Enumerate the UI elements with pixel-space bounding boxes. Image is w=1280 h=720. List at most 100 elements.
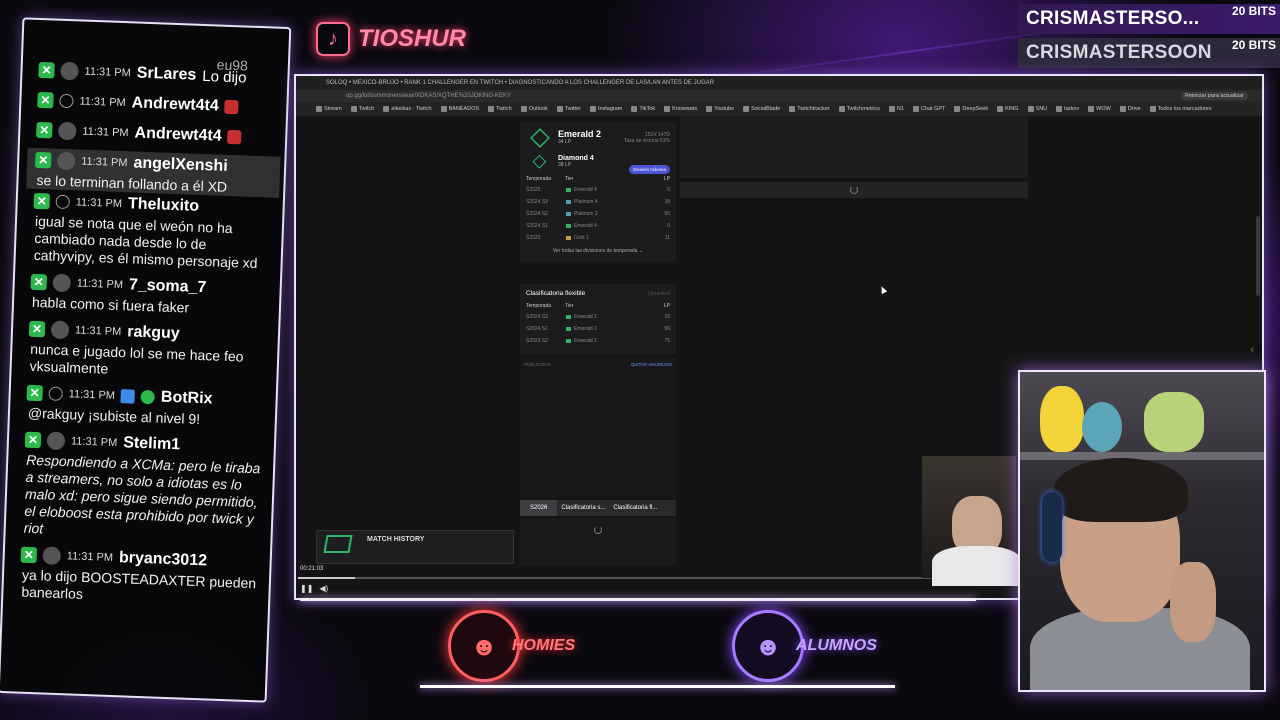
bookmark-item[interactable]: Twitch bbox=[350, 106, 375, 112]
bookmark-item[interactable]: Youtube bbox=[706, 106, 734, 112]
tier-icon bbox=[566, 188, 571, 192]
chat-panel: eu98 ✕ 11:31 PM SrLares Lo dijo ✕ 11:31 PM And… bbox=[0, 17, 292, 703]
badge-icon: ✕ bbox=[36, 121, 53, 139]
pikachu-plush bbox=[1040, 386, 1084, 452]
view-all-link[interactable]: Ver todas las divisiones de temporada ⌄ bbox=[520, 244, 676, 254]
chat-text: ya lo dijo BOOSTEADAXTER pueden banearlo… bbox=[21, 566, 257, 602]
scrollbar[interactable] bbox=[1256, 216, 1260, 296]
bookmark-icon bbox=[316, 106, 322, 112]
badge-icon: ✕ bbox=[26, 384, 44, 402]
webcam-main bbox=[1018, 370, 1266, 692]
ranked-flex-card: Clasificatoria flexible Unranked Tempora… bbox=[520, 284, 676, 354]
url-text[interactable]: op.gg/lol/summoners/euw/XDKAS/XQTHE%20JO… bbox=[346, 93, 511, 99]
chevron-left-icon[interactable]: ‹ bbox=[1251, 344, 1254, 355]
bookmark-item[interactable]: BANEADOS bbox=[440, 106, 480, 112]
bookmarks-bar: Stream Twitch elkeikas · Twitch BANEADOS Twi… bbox=[296, 102, 1262, 116]
bookmark-item[interactable]: TikTok bbox=[631, 106, 655, 112]
lp-cell: 50 bbox=[664, 211, 670, 217]
bookmark-label: Twitch bbox=[496, 106, 512, 112]
avatar bbox=[58, 121, 77, 141]
bookmark-item[interactable]: Instagram bbox=[589, 106, 622, 112]
avatar bbox=[42, 546, 62, 566]
chat-time: 11:31 PM bbox=[84, 65, 131, 80]
bookmark-item[interactable]: Todos los marcadores bbox=[1149, 106, 1211, 112]
bot-badge-icon bbox=[120, 389, 136, 404]
chat-username[interactable]: SrLares bbox=[136, 65, 196, 85]
bookmark-item[interactable]: Twitchmetrics bbox=[838, 106, 880, 112]
chat-message: ✕ 11:31 PM Andrewt4t4 bbox=[36, 118, 274, 151]
chat-username[interactable]: Theluxito bbox=[128, 195, 200, 216]
lp-cell: 16 bbox=[664, 314, 670, 320]
season-cell: S2025 bbox=[526, 187, 541, 193]
season-history: S2025 Emerald 4 0 S2024 S3 Platinum 4 18 S2024… bbox=[520, 184, 676, 244]
sub-name: CRISMASTERSOON bbox=[1026, 42, 1212, 63]
bookmark-icon bbox=[440, 106, 447, 112]
season-cell: S2024 S3 bbox=[526, 314, 548, 320]
update-button[interactable]: Reiniciar para actualizar bbox=[1181, 92, 1248, 100]
chat-username[interactable]: Stelim1 bbox=[123, 434, 181, 454]
tier-icon bbox=[566, 200, 571, 204]
lp-cell: 56 bbox=[664, 326, 670, 332]
col-lp: LP bbox=[663, 303, 670, 309]
chat-time: 11:31 PM bbox=[79, 95, 126, 110]
bookmark-item[interactable]: Outlook bbox=[520, 106, 548, 112]
bookmark-item[interactable]: KING bbox=[997, 106, 1019, 112]
tab-bar[interactable]: SOLOQ • MEXICO-BRUJO • RANK 1 CHALLENGER… bbox=[296, 76, 1262, 90]
tab-ranked-flex[interactable]: Clasificatoria fl... bbox=[609, 505, 661, 511]
bookmark-item[interactable]: tarkov bbox=[1056, 106, 1079, 112]
chat-message: ✕ 11:31 PM BotRix @rakguy ¡subiste al nivel… bbox=[26, 381, 264, 431]
bookmark-label: Twitch bbox=[358, 106, 375, 112]
chat-username[interactable]: rakguy bbox=[127, 323, 180, 343]
chat-text: Respondiendo a XCMa: pero le tiraba a st… bbox=[23, 451, 261, 537]
pause-icon[interactable]: ❚❚ bbox=[300, 584, 313, 593]
bookmark-item[interactable]: Stream bbox=[316, 106, 342, 112]
bookmark-item[interactable]: WOW bbox=[1088, 106, 1111, 112]
match-history-preview[interactable]: MATCH HISTORY bbox=[316, 530, 514, 564]
bookmark-item[interactable]: Knowwats bbox=[664, 106, 697, 112]
brand: ♪ TIOSHUR bbox=[316, 22, 466, 56]
bookmark-item[interactable]: Twitchtracker bbox=[789, 106, 830, 112]
bookmark-label: Outlook bbox=[528, 106, 548, 112]
chat-username[interactable]: Andrewt4t4 bbox=[134, 124, 222, 145]
tab-ranked-solo[interactable]: Clasificatoria s... bbox=[557, 505, 609, 511]
chat-time: 11:31 PM bbox=[70, 435, 118, 450]
bookmark-item[interactable]: elkeikas · Twitch bbox=[383, 106, 432, 112]
ad-box: PUBLICIDAD QUITAR ANUNCIOS bbox=[520, 358, 676, 498]
spinner-icon bbox=[850, 186, 858, 194]
season-cell: S2024 S3 bbox=[526, 199, 548, 205]
bookmark-icon bbox=[912, 106, 919, 112]
bookmark-icon bbox=[383, 106, 390, 112]
avatar bbox=[59, 93, 74, 109]
bookmark-label: BANEADOS bbox=[448, 106, 480, 112]
chat-username[interactable]: bryanc3012 bbox=[119, 549, 208, 570]
chat-username[interactable]: angelXenshi bbox=[133, 154, 228, 175]
chat-time: 11:31 PM bbox=[74, 324, 122, 339]
tab-title[interactable]: SOLOQ • MEXICO-BRUJO • RANK 1 CHALLENGER… bbox=[326, 80, 714, 86]
bookmark-item[interactable]: SNU bbox=[1027, 106, 1047, 112]
chat-username[interactable]: BotRix bbox=[161, 389, 213, 409]
chat-username[interactable]: 7_soma_7 bbox=[129, 276, 207, 297]
bookmark-item[interactable]: Drive bbox=[1119, 106, 1141, 112]
bookmark-item[interactable]: SocialBlade bbox=[743, 106, 780, 112]
bookmark-item[interactable]: N1 bbox=[888, 106, 904, 112]
bookmark-icon bbox=[589, 106, 596, 112]
remove-ads-link[interactable]: QUITAR ANUNCIOS bbox=[631, 362, 672, 367]
address-bar[interactable]: op.gg/lol/summoners/euw/XDKAS/XQTHE%20JO… bbox=[296, 90, 1262, 102]
sub-alert: CRISMASTERSOON 20 BITS bbox=[1018, 38, 1280, 68]
bookmark-icon bbox=[706, 106, 713, 112]
bookmark-label: TikTok bbox=[639, 106, 656, 112]
table-row: S2024 S1 Emerald 2 56 bbox=[520, 323, 676, 335]
bookmark-label: N1 bbox=[896, 106, 904, 112]
lp-cell: 75 bbox=[664, 338, 670, 344]
bookmark-item[interactable]: Chat GPT bbox=[912, 106, 945, 112]
badge-icon: ✕ bbox=[24, 431, 42, 449]
chat-username[interactable]: Andrewt4t4 bbox=[131, 94, 219, 115]
bookmark-item[interactable]: Twitch bbox=[488, 106, 512, 112]
rank-meta: 151V 147D Tasa de victoria 51% bbox=[624, 132, 670, 144]
tab-s2026[interactable]: S2026 bbox=[520, 500, 558, 516]
bookmark-item[interactable]: Twitter bbox=[556, 106, 581, 112]
bookmark-item[interactable]: DeepSeek bbox=[954, 106, 988, 112]
chat-list[interactable]: ✕ 11:31 PM SrLares Lo dijo ✕ 11:31 PM Andrewt4… bbox=[19, 58, 281, 615]
bookmark-icon bbox=[1149, 106, 1156, 112]
volume-icon[interactable]: ◀) bbox=[319, 584, 328, 593]
